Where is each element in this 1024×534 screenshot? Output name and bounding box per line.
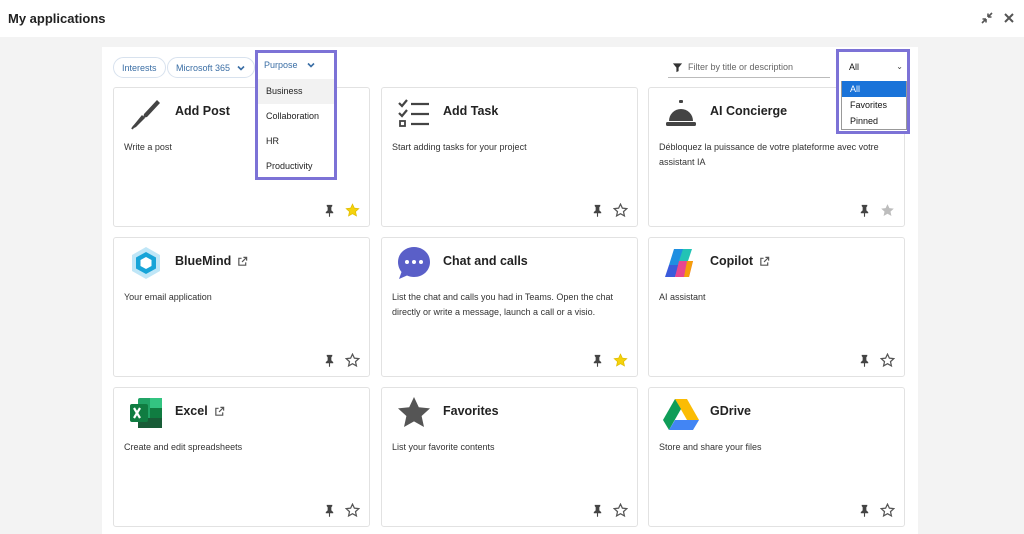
purpose-dropdown-toggle[interactable]: Purpose xyxy=(264,60,316,70)
favorite-star-icon[interactable] xyxy=(344,352,361,368)
app-title: Copilot xyxy=(710,254,770,268)
app-title: Add Task xyxy=(443,104,499,118)
pin-icon[interactable] xyxy=(323,204,336,217)
pin-icon[interactable] xyxy=(323,504,336,517)
app-card-add-task[interactable]: Add Task Start adding tasks for your pro… xyxy=(381,87,638,227)
view-option-pinned[interactable]: Pinned xyxy=(842,113,906,129)
purpose-dropdown[interactable]: Purpose Business Collaboration HR Produc… xyxy=(255,50,337,180)
app-description: List the chat and calls you had in Teams… xyxy=(392,292,613,317)
pin-icon[interactable] xyxy=(858,204,871,217)
pin-icon[interactable] xyxy=(591,354,604,367)
app-card-favorites[interactable]: Favorites List your favorite contents xyxy=(381,387,638,527)
pen-icon xyxy=(127,94,165,132)
close-icon[interactable] xyxy=(1000,9,1018,27)
funnel-icon xyxy=(672,62,683,72)
purpose-option-business[interactable]: Business xyxy=(258,79,334,104)
gdrive-logo xyxy=(662,394,700,432)
chevron-down-icon: ⌄ xyxy=(896,62,903,71)
star-icon xyxy=(395,394,433,432)
app-title: Add Post xyxy=(175,104,230,118)
chip-label: Microsoft 365 xyxy=(176,62,231,73)
app-description: Create and edit spreadsheets xyxy=(124,442,243,452)
pin-icon[interactable] xyxy=(323,354,336,367)
chat-bubble-icon xyxy=(395,244,433,282)
chevron-down-icon xyxy=(237,65,245,71)
chip-microsoft-365[interactable]: Microsoft 365 xyxy=(167,57,256,78)
pin-icon[interactable] xyxy=(858,504,871,517)
purpose-label: Purpose xyxy=(264,60,298,70)
external-link-icon[interactable] xyxy=(237,256,248,267)
favorite-star-icon[interactable] xyxy=(879,502,896,518)
favorite-star-icon[interactable] xyxy=(879,352,896,368)
favorite-star-icon[interactable] xyxy=(613,353,628,368)
favorite-star-icon[interactable] xyxy=(612,502,629,518)
excel-logo xyxy=(127,394,165,432)
app-title: BlueMind xyxy=(175,254,248,268)
purpose-option-collaboration[interactable]: Collaboration xyxy=(258,104,334,129)
app-description: List your favorite contents xyxy=(392,442,495,452)
app-card-bluemind[interactable]: BlueMind Your email application xyxy=(113,237,370,377)
external-link-icon[interactable] xyxy=(759,256,770,267)
favorite-star-icon[interactable] xyxy=(345,203,360,218)
app-description: Store and share your files xyxy=(659,442,762,452)
collapse-icon[interactable] xyxy=(978,9,996,27)
pin-icon[interactable] xyxy=(858,354,871,367)
app-description: AI assistant xyxy=(659,292,706,302)
view-select-value[interactable]: All ⌄ xyxy=(842,59,905,75)
app-card-copilot[interactable]: Copilot AI assistant xyxy=(648,237,905,377)
app-title: AI Concierge xyxy=(710,104,788,118)
app-description: Débloquez la puissance de votre platefor… xyxy=(659,142,879,167)
pin-icon[interactable] xyxy=(591,204,604,217)
purpose-option-hr[interactable]: HR xyxy=(258,129,334,154)
chip-label: Interests xyxy=(122,62,157,73)
purpose-options: Business Collaboration HR Productivity xyxy=(258,79,334,179)
bluemind-logo xyxy=(127,244,165,282)
chip-interests[interactable]: Interests xyxy=(113,57,166,78)
view-option-all[interactable]: All xyxy=(842,81,906,97)
app-title: Chat and calls xyxy=(443,254,528,268)
external-link-icon[interactable] xyxy=(214,406,225,417)
app-title: GDrive xyxy=(710,404,751,418)
pin-icon[interactable] xyxy=(591,504,604,517)
checklist-icon xyxy=(395,94,433,132)
app-description: Your email application xyxy=(124,292,212,302)
service-bell-icon xyxy=(662,94,700,132)
app-title: Excel xyxy=(175,404,225,418)
app-title: Favorites xyxy=(443,404,499,418)
app-card-gdrive[interactable]: GDrive Store and share your files xyxy=(648,387,905,527)
page-title: My applications xyxy=(8,11,106,26)
view-select[interactable]: All ⌄ All Favorites Pinned xyxy=(836,49,910,134)
copilot-logo xyxy=(662,244,700,282)
app-card-excel[interactable]: Excel Create and edit spreadsheets xyxy=(113,387,370,527)
purpose-option-productivity[interactable]: Productivity xyxy=(258,154,334,179)
app-description: Start adding tasks for your project xyxy=(392,142,527,152)
favorite-star-icon[interactable] xyxy=(344,502,361,518)
view-option-favorites[interactable]: Favorites xyxy=(842,97,906,113)
favorite-star-icon xyxy=(880,203,895,218)
app-card-chat-and-calls[interactable]: Chat and calls List the chat and calls y… xyxy=(381,237,638,377)
search-input[interactable]: Filter by title or description xyxy=(668,57,830,78)
view-options: All Favorites Pinned xyxy=(841,81,907,130)
favorite-star-icon[interactable] xyxy=(612,202,629,218)
title-bar: My applications xyxy=(0,0,1024,37)
search-placeholder: Filter by title or description xyxy=(688,62,794,72)
chevron-down-icon xyxy=(306,62,315,68)
view-selected-label: All xyxy=(849,62,860,72)
